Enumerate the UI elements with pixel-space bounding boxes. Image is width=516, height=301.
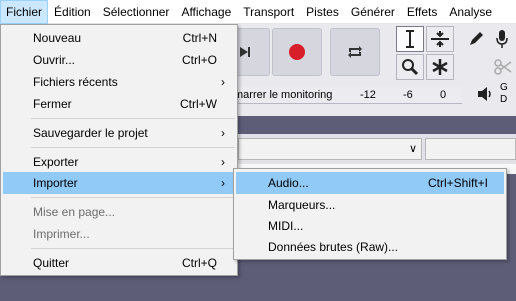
pencil-icon[interactable] bbox=[467, 30, 485, 48]
playback-meter-button[interactable] bbox=[470, 80, 500, 108]
menu-pistes[interactable]: Pistes bbox=[300, 0, 345, 24]
monitoring-label: marrer le monitoring bbox=[234, 89, 333, 101]
envelope-icon bbox=[431, 31, 449, 47]
menubar: Fichier Édition Sélectionner Affichage T… bbox=[0, 0, 516, 24]
submenu-item-audio[interactable]: Audio... Ctrl+Shift+I bbox=[236, 172, 504, 194]
scissors-icon bbox=[494, 59, 512, 75]
menu-item-label: Nouveau bbox=[33, 31, 82, 45]
recording-meter[interactable]: marrer le monitoring -12 -6 0 bbox=[232, 86, 462, 104]
skip-end-icon bbox=[240, 47, 250, 57]
menu-edition[interactable]: Édition bbox=[48, 0, 97, 24]
zoom-tool[interactable] bbox=[396, 54, 424, 80]
submenu-arrow-icon: › bbox=[221, 155, 225, 169]
magnifier-icon bbox=[402, 59, 419, 76]
menu-item-label: Sauvegarder le projet bbox=[33, 126, 148, 140]
menu-fichier[interactable]: Fichier bbox=[0, 0, 49, 24]
meter-tick-label: -6 bbox=[403, 89, 413, 101]
menu-item-label: Fichiers récents bbox=[33, 75, 118, 89]
menu-item-shortcut: Ctrl+Q bbox=[181, 256, 217, 270]
submenu-arrow-icon: › bbox=[221, 126, 225, 140]
menu-item-importer[interactable]: Importer › bbox=[3, 172, 235, 194]
menu-item-label: Audio... bbox=[268, 176, 309, 190]
loop-icon bbox=[348, 46, 362, 58]
menu-item-quitter[interactable]: Quitter Ctrl+Q bbox=[3, 252, 235, 274]
record-button[interactable] bbox=[272, 28, 322, 76]
menu-item-label: Mise en page... bbox=[33, 205, 116, 219]
menu-item-ouvrir[interactable]: Ouvrir... Ctrl+O bbox=[3, 49, 235, 71]
loop-button[interactable] bbox=[330, 28, 380, 76]
menu-item-label: Importer bbox=[33, 176, 78, 190]
meter-tick-label: -12 bbox=[360, 89, 376, 101]
submenu-item-donnees-brutes[interactable]: Données brutes (Raw)... bbox=[236, 236, 504, 258]
record-icon bbox=[289, 44, 305, 60]
menu-affichage[interactable]: Affichage bbox=[175, 0, 237, 24]
channel-labels: G D bbox=[500, 82, 514, 106]
menu-item-shortcut: Ctrl+W bbox=[180, 97, 217, 111]
menu-separator bbox=[31, 118, 235, 119]
menu-generer[interactable]: Générer bbox=[345, 0, 401, 24]
menu-item-label: Ouvrir... bbox=[33, 53, 76, 67]
menu-item-label: Imprimer... bbox=[33, 227, 90, 241]
menu-item-label: Exporter bbox=[33, 155, 79, 169]
menu-item-label: MIDI... bbox=[268, 219, 304, 233]
meter-tick-label: 0 bbox=[440, 89, 447, 101]
menu-item-exporter[interactable]: Exporter › bbox=[3, 151, 235, 173]
left-channel-label: G bbox=[500, 82, 508, 93]
file-menu: Nouveau Ctrl+N Ouvrir... Ctrl+O Fichiers… bbox=[0, 24, 238, 276]
menu-separator bbox=[31, 147, 235, 148]
tools-toolbar bbox=[396, 26, 456, 82]
menu-item-shortcut: Ctrl+N bbox=[182, 31, 217, 45]
menu-separator bbox=[31, 248, 235, 249]
right-channel-label: D bbox=[500, 94, 508, 105]
mic-area bbox=[460, 26, 516, 52]
submenu-arrow-icon: › bbox=[221, 176, 225, 190]
asterisk-icon bbox=[432, 59, 448, 75]
menu-item-label: Fermer bbox=[33, 97, 72, 111]
selection-tool[interactable] bbox=[396, 26, 424, 52]
menu-item-label: Quitter bbox=[33, 256, 70, 270]
menu-item-shortcut: Ctrl+O bbox=[181, 53, 217, 67]
cut-button[interactable] bbox=[490, 54, 516, 80]
menu-selectionner[interactable]: Sélectionner bbox=[97, 0, 176, 24]
chevron-down-icon: ∨ bbox=[408, 143, 417, 155]
import-submenu: Audio... Ctrl+Shift+I Marqueurs... MIDI.… bbox=[233, 168, 507, 260]
menu-item-label: Marqueurs... bbox=[268, 198, 336, 212]
menu-item-fermer[interactable]: Fermer Ctrl+W bbox=[3, 93, 235, 115]
envelope-tool[interactable] bbox=[426, 26, 454, 52]
submenu-item-marqueurs[interactable]: Marqueurs... bbox=[236, 194, 504, 216]
i-beam-icon bbox=[406, 30, 414, 48]
menu-effets[interactable]: Effets bbox=[401, 0, 443, 24]
menu-separator bbox=[31, 197, 235, 198]
device-dropdown[interactable]: ∨ bbox=[238, 138, 422, 160]
multi-tool[interactable] bbox=[426, 54, 454, 80]
menu-item-mise-en-page: Mise en page... bbox=[3, 201, 235, 223]
submenu-arrow-icon: › bbox=[221, 75, 225, 89]
speaker-icon bbox=[478, 87, 491, 101]
menu-item-imprimer: Imprimer... bbox=[3, 223, 235, 245]
submenu-item-midi[interactable]: MIDI... bbox=[236, 215, 504, 237]
menu-transport[interactable]: Transport bbox=[237, 0, 300, 24]
menu-analyse[interactable]: Analyse bbox=[443, 0, 498, 24]
channels-dropdown[interactable] bbox=[425, 138, 516, 160]
menu-item-shortcut: Ctrl+Shift+I bbox=[427, 176, 488, 190]
menu-item-sauvegarder[interactable]: Sauvegarder le projet › bbox=[3, 122, 235, 144]
menu-item-label: Données brutes (Raw)... bbox=[268, 240, 399, 254]
menu-item-nouveau[interactable]: Nouveau Ctrl+N bbox=[3, 27, 235, 49]
menu-item-fichiers-recents[interactable]: Fichiers récents › bbox=[3, 71, 235, 93]
microphone-icon[interactable] bbox=[495, 29, 509, 49]
